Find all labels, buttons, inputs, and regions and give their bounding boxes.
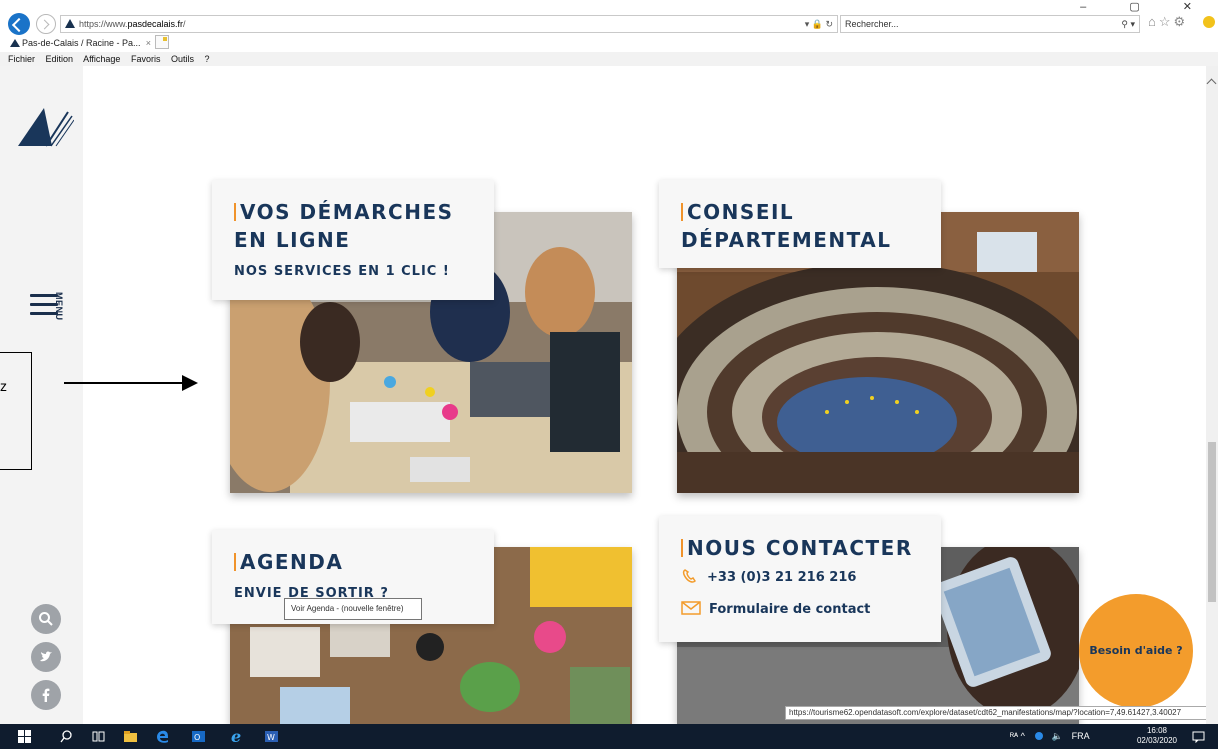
contact-form-link[interactable]: Formulaire de contact [681,600,870,617]
task-view-icon[interactable] [92,730,105,743]
status-bar-url: https://tourisme62.opendatasoft.com/expl… [785,706,1218,720]
demarches-title[interactable]: VOS DÉMARCHES EN LIGNE [234,198,454,254]
windows-start-icon[interactable] [18,730,31,743]
clock-time: 16:08 [1146,726,1168,735]
tab-pas-de-calais[interactable]: Pas-de-Calais / Racine - Pa... × [8,36,153,50]
smiley-feedback-icon[interactable] [1203,16,1215,28]
scrollbar[interactable] [1206,66,1218,724]
site-favicon-icon [65,19,75,28]
page-content: MENU VOS DÉMARCHES EN LIGNE NOS SERVICES… [0,66,1218,724]
search-input[interactable]: Rechercher... ⚲ ▾ [840,15,1140,33]
annotation-letter: z [0,378,7,394]
phone-icon [682,569,696,583]
tab-favicon-icon [10,39,20,47]
search-icon[interactable] [31,604,61,634]
speaker-icon[interactable]: 🔈 [1052,731,1063,741]
forward-button[interactable] [36,14,56,34]
edge-icon[interactable] [156,730,169,743]
tray-icons[interactable]: ᴿᴬ ^ [1010,731,1025,741]
word-icon[interactable]: W [265,730,278,743]
outlook-icon[interactable]: O [192,730,205,743]
facebook-icon[interactable] [31,680,61,710]
menu-favoris[interactable]: Favoris [131,54,161,64]
contact-panel[interactable]: NOUS CONTACTER +33 (0)3 21 216 216 Formu… [659,516,941,642]
refresh-icon[interactable]: ▾ 🔒 ↻ [805,16,833,32]
menu-label[interactable]: MENU [54,292,64,321]
demarches-subtitle[interactable]: NOS SERVICES EN 1 CLIC ! [234,264,450,279]
conseil-title[interactable]: CONSEIL DÉPARTEMENTAL [681,198,892,254]
menu-edition[interactable]: Edition [46,54,74,64]
tab-close-icon[interactable]: × [146,36,151,50]
browser-chrome: https://www.pasdecalais.fr/ ▾ 🔒 ↻ Recher… [0,0,1218,66]
language-indicator[interactable]: FRA [1072,731,1090,741]
back-button[interactable] [8,13,30,35]
home-star-gear-icons[interactable]: ⌂☆⚙ [1148,14,1188,30]
file-explorer-icon[interactable] [124,730,137,743]
clock-date: 02/03/2020 [1136,736,1178,745]
envelope-icon [681,601,701,615]
annotation-arrow-line [64,382,184,384]
menu-help[interactable]: ? [205,54,210,64]
taskbar-clock[interactable]: 16:08 02/03/2020 [1132,726,1182,746]
contact-title[interactable]: NOUS CONTACTER [681,534,913,562]
network-status-icon[interactable] [1035,732,1044,740]
twitter-icon[interactable] [31,642,61,672]
svg-text:W: W [267,733,275,742]
contact-phone[interactable]: +33 (0)3 21 216 216 [681,568,856,585]
taskbar-search-icon[interactable] [60,730,73,743]
windows-taskbar: O e W ᴿᴬ ^ 🔈 FRA 16:08 02/03/2020 [0,724,1218,749]
new-tab-button[interactable] [155,35,169,49]
demarches-panel[interactable]: VOS DÉMARCHES EN LIGNE NOS SERVICES EN 1 … [212,180,494,300]
svg-text:O: O [194,733,200,742]
agenda-tooltip: Voir Agenda - (nouvelle fenêtre) [284,598,422,620]
menu-affichage[interactable]: Affichage [83,54,120,64]
menu-fichier[interactable]: Fichier [8,54,35,64]
annotation-box [0,352,32,470]
pas-de-calais-logo[interactable] [18,106,75,155]
search-icon[interactable]: ⚲ ▾ [1121,16,1135,32]
url-text: https://www.pasdecalais.fr/ [79,19,186,29]
address-bar[interactable]: https://www.pasdecalais.fr/ ▾ 🔒 ↻ [60,15,838,33]
tab-title: Pas-de-Calais / Racine - Pa... [22,38,141,48]
window-controls[interactable]: – ▢ ✕ [1080,0,1212,13]
search-placeholder: Rechercher... [845,19,899,29]
internet-explorer-icon[interactable]: e [229,727,247,745]
action-center-icon[interactable] [1192,730,1205,743]
scroll-thumb[interactable] [1208,442,1216,602]
svg-text:e: e [231,727,241,745]
annotation-arrow-head-icon [182,375,198,391]
system-tray[interactable]: ᴿᴬ ^ 🔈 FRA [1010,724,1090,749]
help-button[interactable]: Besoin d'aide ? [1079,594,1193,708]
scroll-up-arrow-icon[interactable] [1206,78,1217,89]
conseil-panel[interactable]: CONSEIL DÉPARTEMENTAL [659,180,941,268]
menu-outils[interactable]: Outils [171,54,194,64]
menu-bar: Fichier Edition Affichage Favoris Outils… [0,52,1218,66]
agenda-title[interactable]: AGENDA [234,548,343,576]
